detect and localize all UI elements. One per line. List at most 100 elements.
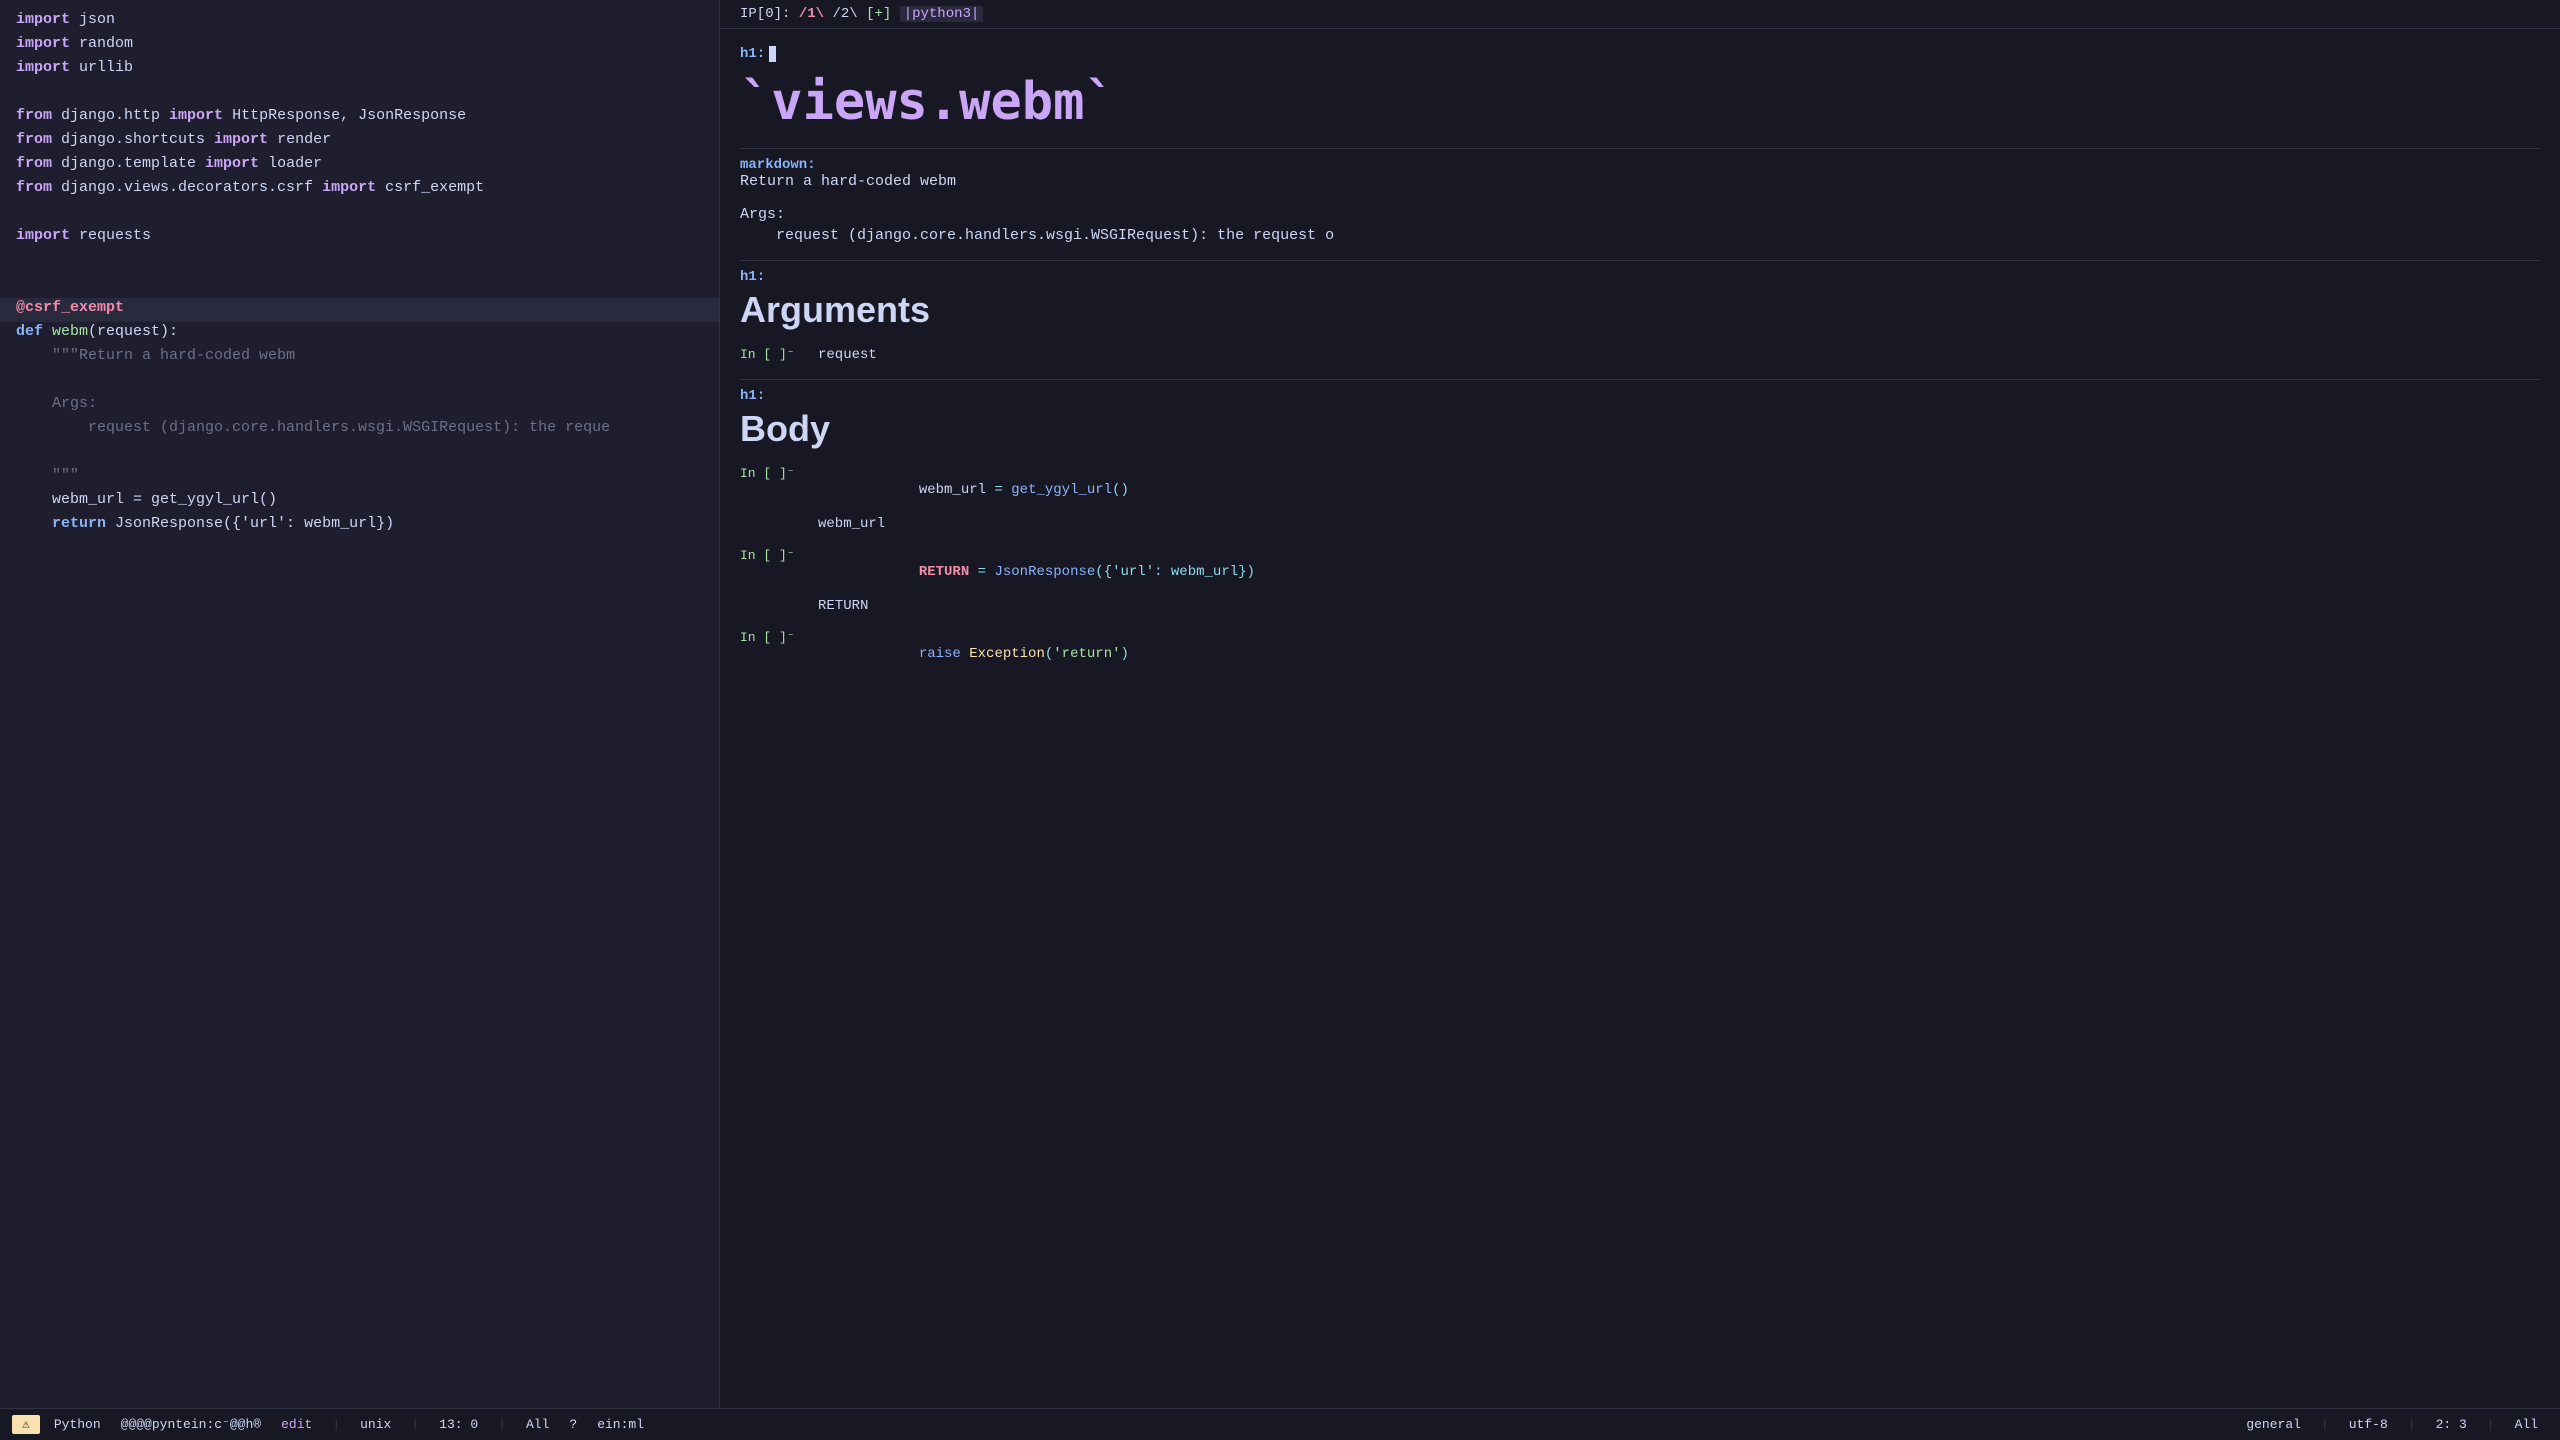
- code-line: [0, 610, 719, 634]
- status-cursor-pos: 2: 3: [2426, 1417, 2477, 1432]
- status-language: Python: [44, 1417, 111, 1432]
- status-divider2: |: [401, 1417, 429, 1432]
- code-line: return JsonResponse({'url': webm_url}): [0, 514, 719, 538]
- cell-input-webm-url: In [ ]⁻ webm_url = get_ygyl_url(): [740, 466, 2540, 514]
- cell-input-request: In [ ]⁻ request: [740, 347, 2540, 363]
- status-macro: ein:ml: [587, 1417, 654, 1432]
- cell-output-webm: webm_url: [740, 516, 2540, 532]
- markdown-return-text: Return a hard-coded webm: [740, 173, 2540, 190]
- cell-code-request: request: [818, 347, 877, 363]
- section-views-webm: h1: `views.webm`: [740, 45, 2540, 132]
- status-encoding-section: general: [2236, 1417, 2311, 1432]
- code-line: [0, 634, 719, 658]
- right-pane: IP[0]: /1\ /2\ [+] |python3| h1: `views.…: [720, 0, 2560, 1408]
- views-webm-heading: `views.webm`: [740, 72, 2540, 132]
- code-line: request (django.core.handlers.wsgi.WSGIR…: [0, 418, 719, 442]
- keyword-import: import: [16, 59, 70, 76]
- h1-tag: h1:: [740, 46, 765, 62]
- section-arguments: h1: Arguments: [740, 269, 2540, 331]
- h1-tag-arguments: h1:: [740, 269, 2540, 285]
- keyword-import: import: [214, 131, 268, 148]
- cell-output-return: RETURN: [740, 598, 2540, 614]
- code-line: [0, 250, 719, 274]
- status-right: general | utf-8 | 2: 3 | All: [2236, 1417, 2548, 1432]
- status-divider5: |: [2398, 1417, 2426, 1432]
- docstring: """Return a hard-coded webm: [16, 347, 295, 364]
- status-scroll2: All: [2505, 1417, 2548, 1432]
- code-line: import requests: [0, 226, 719, 250]
- cell-return: In [ ]⁻ RETURN = JsonResponse({'url': we…: [740, 548, 2540, 614]
- right-header: IP[0]: /1\ /2\ [+] |python3|: [720, 0, 2560, 29]
- code-line: """Return a hard-coded webm: [0, 346, 719, 370]
- code-line: import json: [0, 10, 719, 34]
- decorator: @csrf_exempt: [16, 299, 124, 316]
- code-line: [0, 202, 719, 226]
- code-line: from django.http import HttpResponse, Js…: [0, 106, 719, 130]
- keyword-import: import: [16, 35, 70, 52]
- code-line: Args:: [0, 394, 719, 418]
- h1-tag-body: h1:: [740, 388, 2540, 404]
- code-line: """: [0, 466, 719, 490]
- code-line: [0, 82, 719, 106]
- code-line: webm_url = get_ygyl_url(): [0, 490, 719, 514]
- docstring: Args:: [16, 395, 97, 412]
- keyword-from: from: [16, 179, 52, 196]
- arguments-heading: Arguments: [740, 289, 2540, 331]
- markdown-label: markdown:: [740, 157, 2540, 173]
- docstring: request (django.core.handlers.wsgi.WSGIR…: [16, 419, 610, 436]
- keyword-from: from: [16, 131, 52, 148]
- cell-request: In [ ]⁻ request: [740, 347, 2540, 363]
- section-body: h1: Body: [740, 388, 2540, 450]
- code-line: [0, 442, 719, 466]
- code-line-decorator: @csrf_exempt: [0, 298, 719, 322]
- cursor: [769, 46, 776, 62]
- keyword-return: return: [52, 515, 106, 532]
- code-line: from django.shortcuts import render: [0, 130, 719, 154]
- keyword-from: from: [16, 155, 52, 172]
- status-divider1: |: [322, 1417, 350, 1432]
- cell-webm-url: In [ ]⁻ webm_url = get_ygyl_url() webm_u…: [740, 466, 2540, 532]
- keyword-from: from: [16, 107, 52, 124]
- markdown-section: markdown: Return a hard-coded webm: [740, 157, 2540, 190]
- code-line: from django.views.decorators.csrf import…: [0, 178, 719, 202]
- status-file-format: unix: [350, 1417, 401, 1432]
- status-divider3: |: [488, 1417, 516, 1432]
- code-line: def webm(request):: [0, 322, 719, 346]
- status-bar: ⚠ Python @@@@pyntein:c⁻@@h® edit | unix …: [0, 1408, 2560, 1440]
- status-warning-icon: ⚠: [12, 1415, 40, 1434]
- code-line: [0, 274, 719, 298]
- keyword-import: import: [322, 179, 376, 196]
- code-line: [0, 538, 719, 562]
- cell-input-raise: In [ ]⁻ raise Exception('return'): [740, 630, 2540, 678]
- left-pane: import json import random import urllib …: [0, 0, 720, 1408]
- keyword-import: import: [169, 107, 223, 124]
- cell-input-return: In [ ]⁻ RETURN = JsonResponse({'url': we…: [740, 548, 2540, 596]
- body-heading: Body: [740, 408, 2540, 450]
- right-content: h1: `views.webm` markdown: Return a hard…: [720, 29, 2560, 1408]
- status-divider6: |: [2477, 1417, 2505, 1432]
- keyword-import: import: [16, 11, 70, 28]
- in-label: In [ ]⁻: [740, 347, 810, 362]
- cell-code-webm: webm_url = get_ygyl_url(): [818, 466, 1129, 514]
- cell-code-raise: raise Exception('return'): [818, 630, 1129, 678]
- status-mode: edit: [271, 1417, 322, 1432]
- in-label-webm: In [ ]⁻: [740, 466, 810, 481]
- in-label-raise: In [ ]⁻: [740, 630, 810, 645]
- keyword-import: import: [205, 155, 259, 172]
- code-line: import urllib: [0, 58, 719, 82]
- in-label-return: In [ ]⁻: [740, 548, 810, 563]
- args-request-text: request (django.core.handlers.wsgi.WSGIR…: [740, 227, 2540, 244]
- code-line: [0, 586, 719, 610]
- status-help-icon[interactable]: ?: [559, 1417, 587, 1432]
- cell-raise: In [ ]⁻ raise Exception('return'): [740, 630, 2540, 678]
- args-label: Args:: [740, 206, 2540, 223]
- cell-code-return: RETURN = JsonResponse({'url': webm_url}): [818, 548, 1255, 596]
- keyword-import: import: [16, 227, 70, 244]
- status-vim-status: @@@@pyntein:c⁻@@h®: [111, 1417, 271, 1432]
- args-section: Args: request (django.core.handlers.wsgi…: [740, 206, 2540, 244]
- ip-label: IP[0]: /1\ /2\ [+] |python3|: [740, 6, 983, 22]
- code-line: [0, 658, 719, 682]
- code-line: from django.template import loader: [0, 154, 719, 178]
- code-line: import random: [0, 34, 719, 58]
- function-name: webm: [52, 323, 88, 340]
